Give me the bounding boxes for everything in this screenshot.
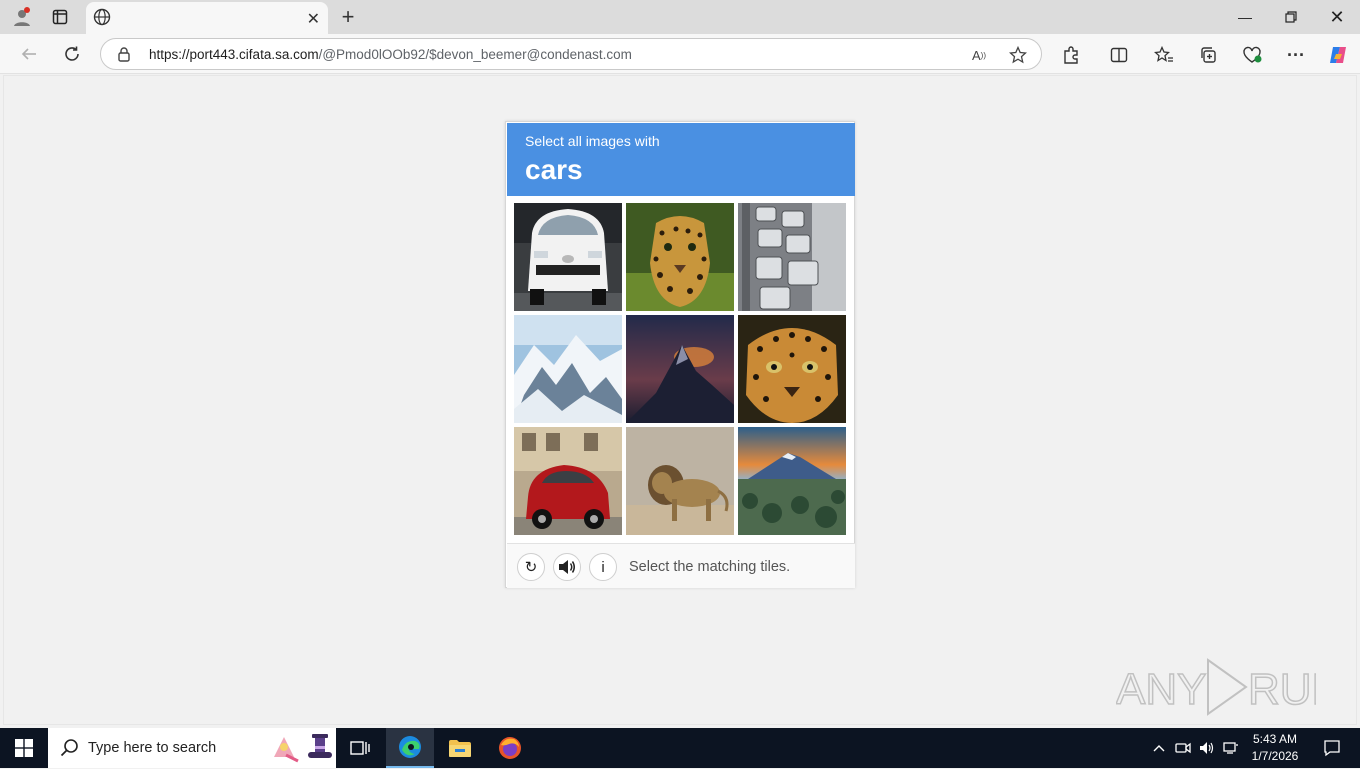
clock-date: 1/7/2026 (1251, 749, 1299, 763)
captcha-image-grid (514, 203, 848, 537)
captcha-header: Select all images with cars (507, 123, 855, 196)
tile-red-car[interactable] (514, 427, 622, 535)
captcha-footer: ↻ i Select the matching tiles. (507, 543, 855, 588)
new-tab-icon[interactable]: + (334, 4, 362, 29)
system-clock[interactable]: 5:43 AM 1/7/2026 (1240, 731, 1310, 765)
url-host: https://port443.cifata.sa.com (149, 47, 319, 62)
search-placeholder: Type here to search (88, 740, 217, 756)
captcha-target-word: cars (525, 154, 583, 185)
favorites-icon[interactable] (1152, 44, 1176, 66)
restore-icon[interactable] (1268, 0, 1314, 34)
tile-mountain-peak[interactable] (626, 315, 734, 423)
captcha-footer-message: Select the matching tiles. (629, 559, 791, 575)
split-screen-icon[interactable] (1107, 44, 1131, 66)
profile-icon[interactable] (8, 5, 36, 29)
svg-text:RUN: RUN (1248, 665, 1316, 714)
read-aloud-icon[interactable]: A)) (967, 45, 991, 65)
tile-snowy-mountains[interactable] (514, 315, 622, 423)
captcha-instruction: Select all images with (525, 133, 660, 149)
task-view-icon[interactable] (336, 728, 384, 768)
close-tab-icon[interactable]: ✕ (307, 9, 320, 29)
search-decoration-icon (262, 728, 310, 768)
tile-leopard-face[interactable] (738, 315, 846, 423)
refresh-icon[interactable]: ↻ (517, 553, 545, 581)
copilot-icon[interactable] (1326, 44, 1350, 66)
tab-bar: ✕ + — ✕ (0, 0, 1360, 34)
tile-mountain-sunset[interactable] (738, 427, 846, 535)
address-bar[interactable]: https://port443.cifata.sa.com/@Pmod0lOOb… (100, 38, 1042, 70)
file-explorer-icon[interactable] (436, 728, 484, 768)
tile-leopard[interactable] (626, 203, 734, 311)
navigation-bar: https://port443.cifata.sa.com/@Pmod0lOOb… (0, 34, 1360, 74)
browser-tab[interactable]: ✕ (86, 2, 328, 34)
search-highlight-icon (306, 732, 334, 769)
url-path: /@Pmod0lOOb92/$devon_beemer@condenast.co… (318, 47, 632, 62)
anyrun-watermark-logo: ANY RUN (1115, 654, 1344, 720)
tab-actions-icon[interactable] (46, 5, 74, 29)
edge-taskbar-icon[interactable] (386, 728, 434, 768)
collections-icon[interactable] (1196, 44, 1220, 66)
audio-challenge-icon[interactable] (553, 553, 581, 581)
meet-now-icon[interactable] (1172, 728, 1194, 768)
volume-icon[interactable] (1196, 728, 1218, 768)
minimize-icon[interactable]: — (1222, 0, 1268, 34)
windows-start-icon[interactable] (0, 728, 48, 768)
search-icon (60, 738, 80, 763)
firefox-taskbar-icon[interactable] (486, 728, 534, 768)
more-options-icon[interactable]: ··· (1284, 44, 1308, 66)
tile-white-car[interactable] (514, 203, 622, 311)
favorite-star-icon[interactable] (1006, 45, 1030, 65)
clock-time: 5:43 AM (1252, 732, 1298, 746)
globe-icon (93, 8, 111, 31)
lock-icon[interactable] (117, 46, 131, 67)
close-window-icon[interactable]: ✕ (1314, 0, 1360, 34)
reload-icon[interactable] (57, 40, 87, 68)
info-icon[interactable]: i (589, 553, 617, 581)
show-hidden-icons-icon[interactable] (1148, 728, 1170, 768)
extensions-icon[interactable] (1059, 44, 1083, 66)
svg-text:ANY: ANY (1116, 665, 1206, 714)
notifications-icon[interactable] (1312, 728, 1352, 768)
back-icon[interactable] (14, 40, 44, 68)
browser-essentials-icon[interactable] (1240, 44, 1264, 66)
network-icon[interactable] (1220, 728, 1242, 768)
captcha-widget: Select all images with cars ↻ i Select t… (505, 121, 855, 588)
taskbar: Type here to search 5:43 AM 1/7/2026 (0, 728, 1360, 768)
tile-lion[interactable] (626, 427, 734, 535)
tile-traffic-jam[interactable] (738, 203, 846, 311)
url-text[interactable]: https://port443.cifata.sa.com/@Pmod0lOOb… (149, 47, 632, 62)
